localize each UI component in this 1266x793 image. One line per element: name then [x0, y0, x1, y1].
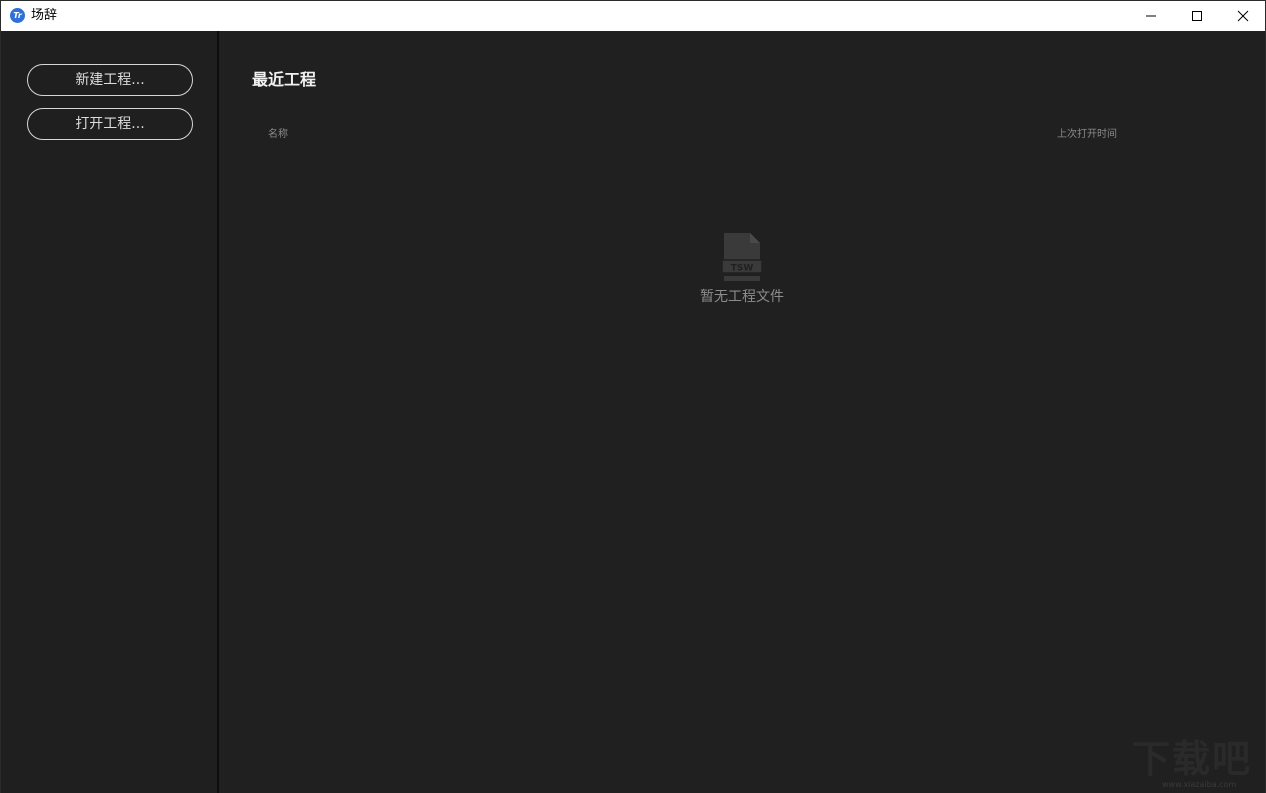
minimize-icon: [1146, 15, 1156, 17]
column-header-name[interactable]: 名称: [268, 125, 288, 140]
open-project-button[interactable]: 打开工程...: [27, 108, 193, 140]
main-panel: 最近工程 名称 上次打开时间 TSW 暂无工程文件: [219, 31, 1266, 793]
close-button[interactable]: [1220, 1, 1266, 31]
empty-file-icon-label: TSW: [731, 264, 754, 274]
recent-projects-title: 最近工程: [252, 70, 317, 89]
sidebar: 新建工程... 打开工程...: [0, 31, 217, 793]
watermark-url: www.xiazaiba.com: [1162, 780, 1237, 789]
title-bar: Tr 场辞: [0, 0, 1266, 31]
column-header-last-opened[interactable]: 上次打开时间: [1057, 125, 1117, 140]
maximize-icon: [1192, 11, 1202, 21]
watermark-logo: 下载吧 www.xiazaiba.com: [1132, 737, 1262, 789]
new-project-button[interactable]: 新建工程...: [27, 64, 193, 96]
window-title: 场辞: [31, 8, 58, 23]
empty-state-message: 暂无工程文件: [700, 289, 784, 305]
close-icon: [1237, 10, 1249, 22]
minimize-button[interactable]: [1128, 1, 1174, 31]
maximize-button[interactable]: [1174, 1, 1220, 31]
watermark-text: 下载吧: [1132, 737, 1253, 781]
empty-file-icon: TSW: [722, 233, 762, 281]
app-logo-icon: Tr: [10, 8, 25, 23]
